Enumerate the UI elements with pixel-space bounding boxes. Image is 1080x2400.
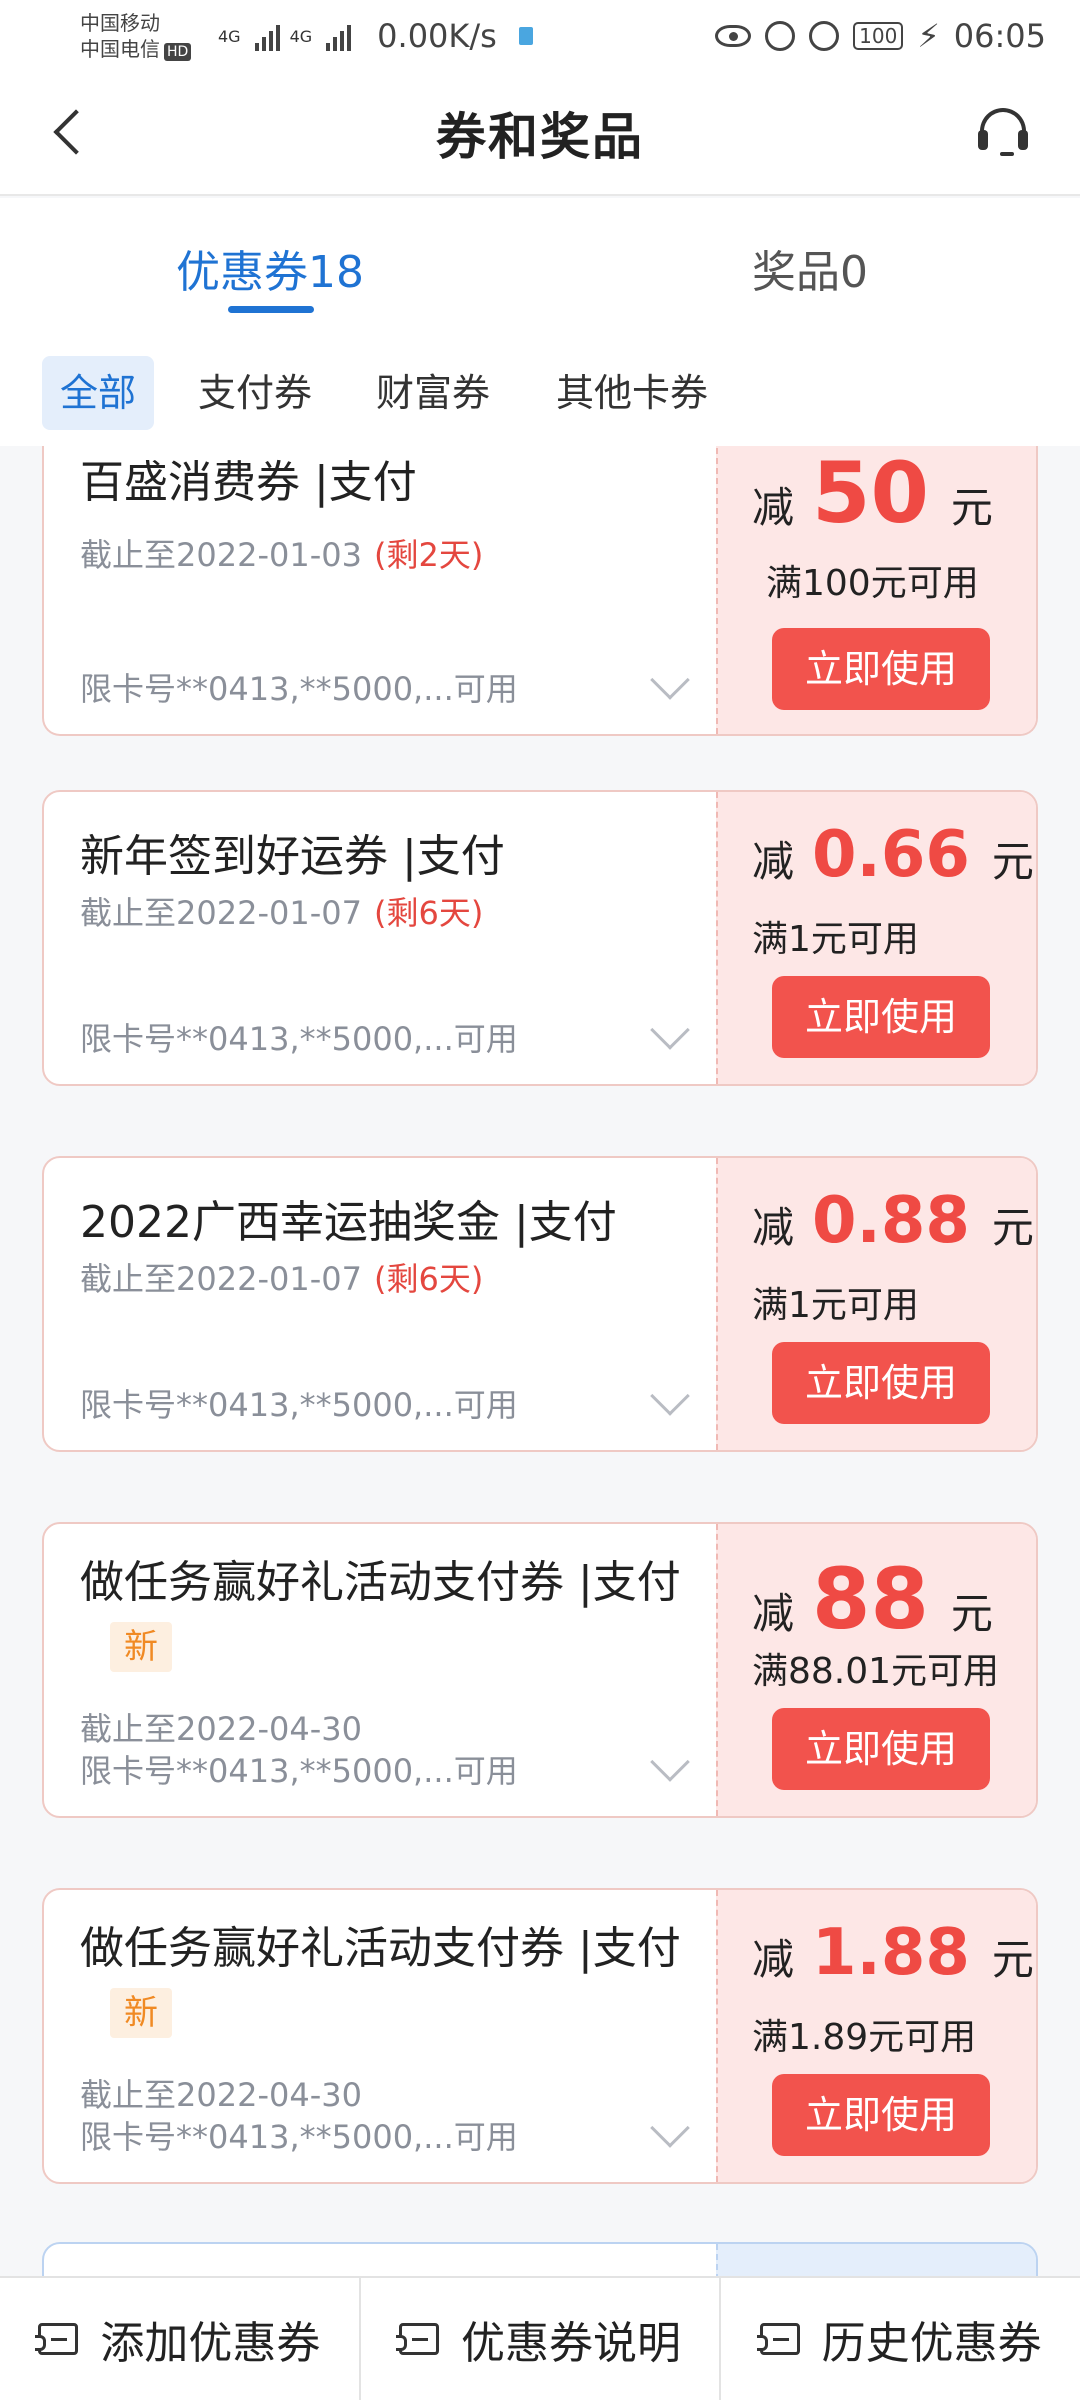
chevron-down-icon[interactable] bbox=[650, 1742, 690, 1782]
hd-badge: HD bbox=[164, 43, 192, 61]
filter-all[interactable]: 全部 bbox=[42, 356, 155, 430]
days-remaining: (剩6天) bbox=[373, 894, 484, 932]
coupon-title: 做任务赢好礼活动支付券 |支付新 bbox=[80, 1552, 700, 1676]
coupon-condition: 满1元可用 bbox=[752, 919, 919, 960]
coupon-expiry: 截止至2022-04-30 bbox=[80, 2076, 362, 2114]
coupon-title: 2022广西幸运抽奖金 |支付 bbox=[80, 1197, 617, 1248]
coupon-title: 百盛消费券 |支付 bbox=[80, 457, 417, 508]
chevron-down-icon[interactable] bbox=[650, 1376, 690, 1416]
alarm-icon bbox=[765, 21, 796, 51]
coupon-expiry: 截止至2022-01-07 (剩6天) bbox=[80, 1260, 484, 1298]
coupon-card-limit: 限卡号**0413,**5000,...可用 bbox=[80, 670, 518, 708]
coupon-card-limit: 限卡号**0413,**5000,...可用 bbox=[80, 2118, 518, 2156]
coupon-amount: 减 50 元 bbox=[752, 446, 993, 542]
coupon-amount: 减 0.66 元 bbox=[752, 818, 1034, 892]
bottom-action-bar: 添加优惠券 优惠券说明 历史优惠券 bbox=[0, 2276, 1080, 2400]
app-header: 券和奖品 bbox=[0, 72, 1080, 196]
network-speed: 0.00K/s bbox=[377, 17, 497, 55]
coupon-info-label: 优惠券说明 bbox=[461, 2318, 681, 2369]
coupon-condition: 满88.01元可用 bbox=[752, 1651, 1000, 1692]
coupon-title: 新年签到好运券 |支付 bbox=[80, 831, 505, 882]
eye-icon bbox=[715, 25, 752, 47]
days-remaining: (剩6天) bbox=[373, 1260, 484, 1298]
filter-other[interactable]: 其他卡券 bbox=[538, 356, 726, 430]
clock: 06:05 bbox=[953, 17, 1046, 55]
coupon-condition: 满100元可用 bbox=[766, 563, 979, 604]
coupon-expiry: 截止至2022-01-07 (剩6天) bbox=[80, 894, 484, 932]
coupon-history-button[interactable]: 历史优惠券 bbox=[721, 2278, 1080, 2400]
coupon-card-limit: 限卡号**0413,**5000,...可用 bbox=[80, 1020, 518, 1058]
use-now-button[interactable]: 立即使用 bbox=[772, 1708, 990, 1790]
coupon-list: 百盛消费券 |支付 截止至2022-01-03 (剩2天) 限卡号**0413,*… bbox=[0, 446, 1080, 2276]
coupon-card[interactable]: 做任务赢好礼活动支付券 |支付新 截止至2022-04-30 限卡号**0413… bbox=[42, 1522, 1038, 1818]
coupon-card[interactable]: 百盛消费券 |支付 截止至2022-01-03 (剩2天) 限卡号**0413,*… bbox=[42, 446, 1038, 736]
coupon-amount: 减 88 元 bbox=[752, 1550, 993, 1648]
coupon-card[interactable]: 做任务赢好礼活动支付券 |支付新 截止至2022-04-30 限卡号**0413… bbox=[42, 1888, 1038, 2184]
coupon-amount: 减 0.88 元 bbox=[752, 1184, 1034, 1258]
coupon-expiry: 截止至2022-01-03 (剩2天) bbox=[80, 536, 484, 574]
use-now-button[interactable]: 立即使用 bbox=[772, 1342, 990, 1424]
chevron-down-icon[interactable] bbox=[650, 2108, 690, 2148]
back-arrow-icon[interactable] bbox=[46, 108, 96, 158]
mute-icon bbox=[809, 21, 840, 51]
coupon-expiry: 截止至2022-04-30 bbox=[80, 1710, 362, 1748]
coupon-info-icon bbox=[396, 2323, 439, 2355]
coupon-history-label: 历史优惠券 bbox=[821, 2318, 1042, 2369]
tab-bar: 优惠券18 奖品0 bbox=[0, 198, 1080, 322]
use-now-button[interactable]: 立即使用 bbox=[772, 628, 990, 710]
new-badge: 新 bbox=[110, 1622, 172, 1672]
use-now-button[interactable]: 立即使用 bbox=[772, 2074, 990, 2156]
page-title: 券和奖品 bbox=[436, 108, 644, 166]
tab-prizes[interactable]: 奖品0 bbox=[752, 236, 868, 300]
tab-coupons[interactable]: 优惠券18 bbox=[176, 236, 364, 300]
coupon-info-button[interactable]: 优惠券说明 bbox=[361, 2278, 722, 2400]
coupon-card-limit: 限卡号**0413,**5000,...可用 bbox=[80, 1386, 518, 1424]
coupon-card-limit: 限卡号**0413,**5000,...可用 bbox=[80, 1752, 518, 1790]
coupon-title: 做任务赢好礼活动支付券 |支付新 bbox=[80, 1918, 700, 2042]
use-now-button[interactable]: 立即使用 bbox=[772, 976, 990, 1058]
add-coupon-button[interactable]: 添加优惠券 bbox=[0, 2278, 361, 2400]
add-coupon-label: 添加优惠券 bbox=[100, 2318, 321, 2369]
filter-chips: 全部 支付券 财富券 其他卡券 bbox=[0, 322, 1080, 446]
carrier-1: 中国移动 bbox=[80, 11, 160, 35]
customer-service-icon[interactable] bbox=[976, 106, 1030, 160]
new-badge: 新 bbox=[110, 1988, 172, 2038]
add-coupon-icon bbox=[35, 2323, 79, 2355]
signal-icon bbox=[254, 21, 280, 51]
network-type-1: 4G bbox=[218, 26, 241, 46]
coupon-card[interactable]: 新年签到好运券 |支付 截止至2022-01-07 (剩6天) 限卡号**0413… bbox=[42, 790, 1038, 1086]
chevron-down-icon[interactable] bbox=[650, 1010, 690, 1050]
coupon-card[interactable]: 2022广西幸运抽奖金 |支付 截止至2022-01-07 (剩6天) 限卡号**… bbox=[42, 1156, 1038, 1452]
filter-wealth[interactable]: 财富券 bbox=[358, 356, 508, 430]
filter-payment[interactable]: 支付券 bbox=[180, 356, 330, 430]
coupon-condition: 满1元可用 bbox=[752, 1285, 919, 1326]
coupon-history-icon bbox=[756, 2323, 800, 2355]
signal-icon bbox=[326, 21, 352, 51]
tab-active-indicator bbox=[228, 306, 314, 313]
carrier-info: 中国移动 中国电信 HD bbox=[80, 10, 212, 62]
status-bar: 中国移动 中国电信 HD 4G 4G 0.00K/s 100 ⚡ 06:05 bbox=[0, 0, 1080, 72]
days-remaining: (剩2天) bbox=[373, 536, 484, 574]
network-type-2: 4G bbox=[289, 26, 313, 46]
carrier-2: 中国电信 bbox=[80, 37, 160, 61]
battery-icon: 100 bbox=[853, 22, 904, 50]
charging-icon: ⚡ bbox=[917, 17, 940, 55]
coupon-amount: 减 1.88 元 bbox=[752, 1916, 1034, 1990]
sim-icon bbox=[518, 27, 533, 45]
coupon-card-partial[interactable] bbox=[42, 2242, 1038, 2276]
coupon-condition: 满1.89元可用 bbox=[752, 2017, 977, 2058]
chevron-down-icon[interactable] bbox=[650, 660, 690, 700]
